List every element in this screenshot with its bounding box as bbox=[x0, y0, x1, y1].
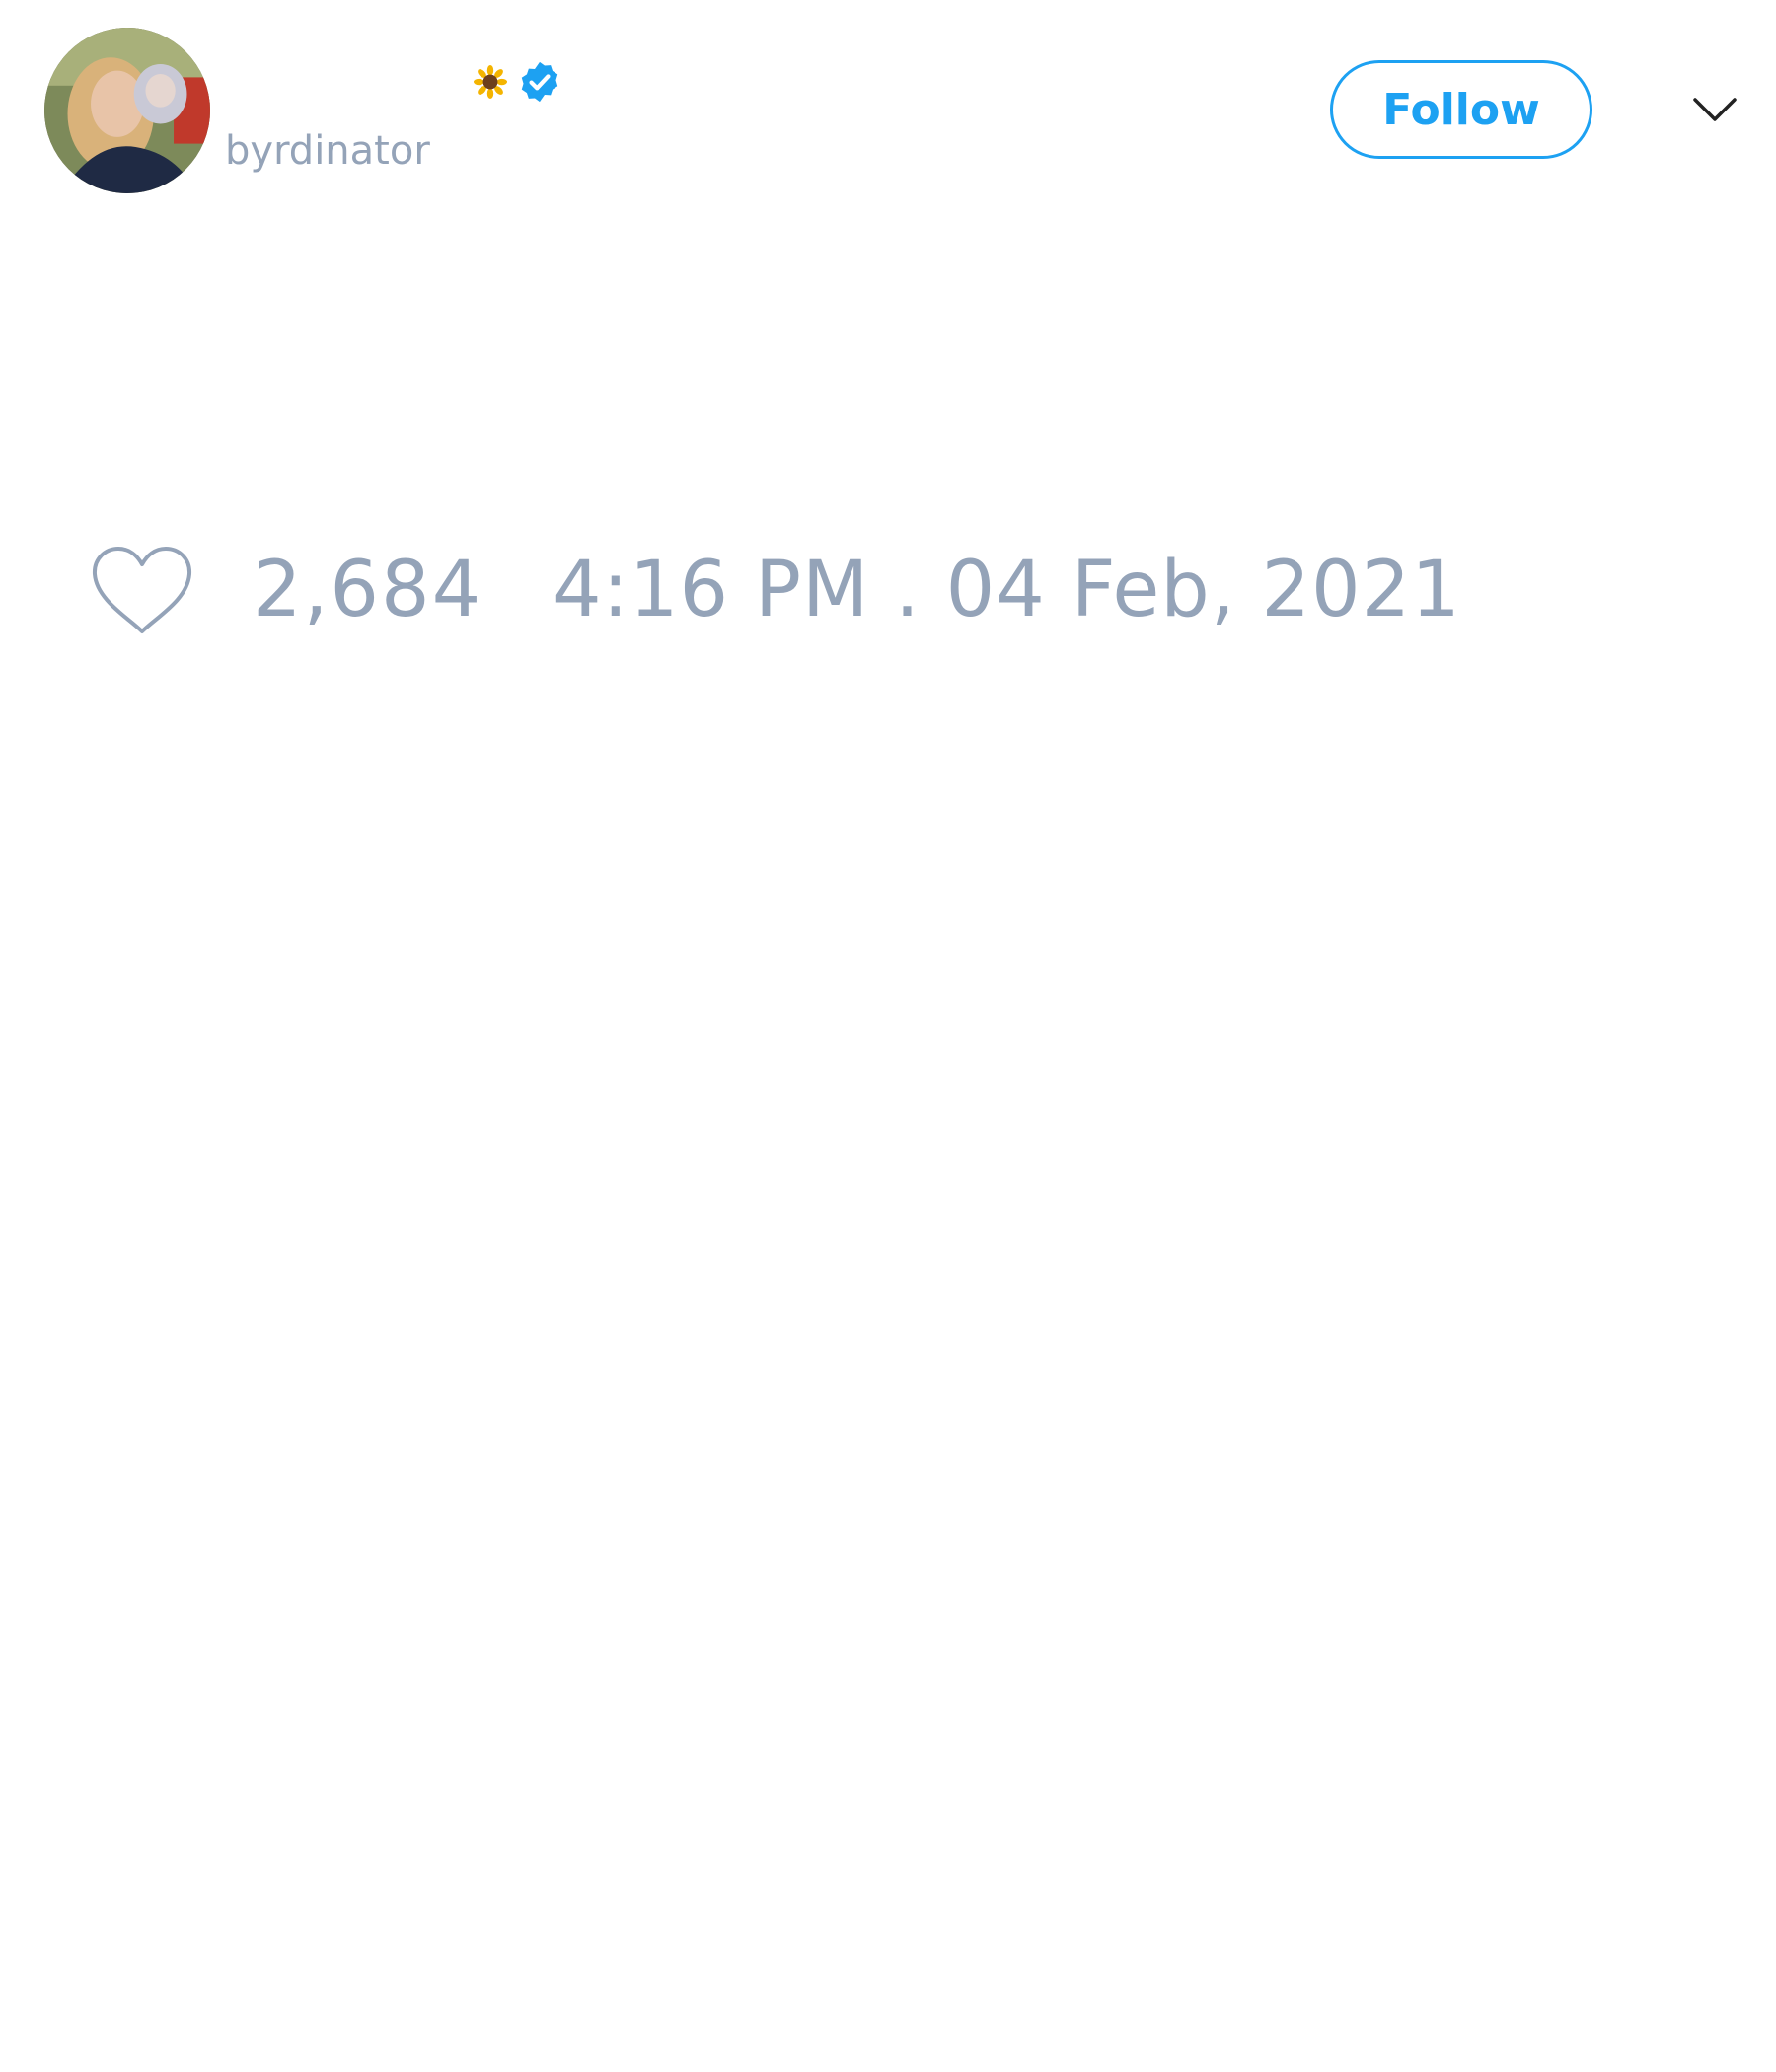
avatar[interactable] bbox=[44, 28, 210, 193]
tweet-card: byrdinator Follow 2,684 4:16 PM . 04 Feb… bbox=[0, 0, 1776, 2072]
avatar-photo-icon bbox=[44, 28, 210, 193]
follow-button[interactable]: Follow bbox=[1330, 60, 1592, 159]
tweet-timestamp[interactable]: 4:16 PM . 04 Feb, 2021 bbox=[553, 546, 1461, 634]
author-handle[interactable]: byrdinator bbox=[225, 124, 430, 178]
sunflower-icon bbox=[474, 65, 507, 99]
heart-outline-icon[interactable] bbox=[89, 543, 195, 637]
verified-badge-icon bbox=[521, 61, 558, 103]
display-name-row bbox=[474, 57, 562, 107]
chevron-down-icon[interactable] bbox=[1690, 90, 1739, 129]
like-count: 2,684 bbox=[253, 546, 483, 634]
